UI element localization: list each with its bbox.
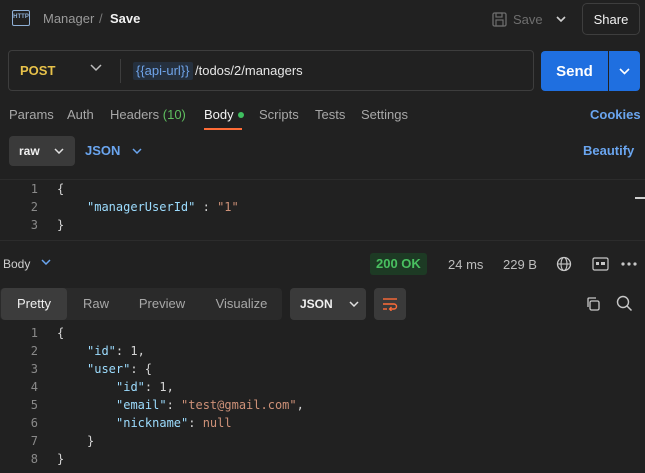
status-badge[interactable]: 200 OK bbox=[370, 253, 427, 275]
line-number: 3 bbox=[30, 362, 38, 376]
send-options-button[interactable] bbox=[609, 51, 640, 91]
search-icon[interactable] bbox=[616, 295, 633, 312]
wrap-icon bbox=[383, 298, 398, 311]
save-label: Save bbox=[513, 11, 543, 27]
chevron-down-icon bbox=[349, 301, 359, 307]
beautify-button[interactable]: Beautify bbox=[583, 143, 634, 158]
chevron-down-icon bbox=[54, 148, 64, 154]
save-options-button[interactable] bbox=[550, 9, 572, 29]
tab-headers-label: Headers bbox=[110, 107, 160, 122]
chevron-down-icon bbox=[556, 16, 566, 22]
line-number: 1 bbox=[30, 182, 38, 196]
response-time[interactable]: 24 ms bbox=[448, 257, 483, 272]
json-key: "email" bbox=[116, 398, 167, 412]
tab-params[interactable]: Params bbox=[9, 107, 54, 122]
send-button[interactable]: Send bbox=[541, 51, 608, 91]
response-size[interactable]: 229 B bbox=[503, 257, 537, 272]
code-line: { bbox=[57, 182, 65, 196]
line-number: 7 bbox=[30, 434, 38, 448]
line-number: 2 bbox=[30, 200, 38, 214]
code-line: "id": 1, bbox=[116, 380, 174, 394]
tab-auth[interactable]: Auth bbox=[67, 107, 94, 122]
line-number: 2 bbox=[30, 344, 38, 358]
code-line: } bbox=[87, 434, 95, 448]
code-line: "nickname": null bbox=[116, 416, 232, 430]
tab-raw[interactable]: Raw bbox=[72, 288, 120, 320]
active-dot-icon bbox=[237, 111, 244, 118]
body-format-select[interactable]: JSON bbox=[85, 143, 142, 158]
json-key: "user" bbox=[87, 362, 131, 376]
chevron-down-icon[interactable] bbox=[41, 259, 51, 265]
breadcrumb-parent[interactable]: Manager bbox=[43, 11, 94, 26]
more-options-icon[interactable] bbox=[621, 262, 637, 266]
method-select[interactable]: POST bbox=[20, 63, 55, 78]
chevron-down-icon bbox=[132, 147, 142, 154]
json-key: "id" bbox=[87, 344, 116, 358]
tab-visualize[interactable]: Visualize bbox=[205, 288, 278, 320]
url-variable[interactable]: {{api-url}} bbox=[133, 62, 193, 80]
code-line: "managerUserId" : "1" bbox=[87, 200, 239, 214]
tab-headers[interactable]: Headers (10) bbox=[110, 107, 186, 122]
code-line: "email": "test@gmail.com", bbox=[116, 398, 304, 412]
code-line: } bbox=[57, 452, 65, 466]
save-icon bbox=[492, 11, 507, 27]
code-line: "user": { bbox=[87, 362, 153, 376]
tab-preview[interactable]: Preview bbox=[128, 288, 196, 320]
headers-count: (10) bbox=[162, 107, 186, 122]
code-line: { bbox=[57, 326, 65, 340]
json-value: "test@gmail.com" bbox=[181, 398, 297, 412]
scrollbar[interactable] bbox=[635, 197, 645, 199]
save-response-icon[interactable] bbox=[592, 257, 609, 271]
json-value: 1 bbox=[159, 380, 167, 394]
save-button[interactable]: Save bbox=[492, 8, 548, 30]
json-value: null bbox=[202, 416, 232, 430]
breadcrumb-separator: / bbox=[99, 11, 103, 26]
chevron-down-icon bbox=[619, 67, 630, 75]
json-key: "nickname" bbox=[116, 416, 189, 430]
line-number: 3 bbox=[30, 218, 38, 232]
tab-body[interactable]: Body bbox=[204, 107, 244, 122]
globe-icon[interactable] bbox=[556, 256, 572, 272]
response-section-toggle[interactable]: Body bbox=[3, 257, 30, 271]
breadcrumb-current[interactable]: Save bbox=[110, 11, 140, 26]
json-colon: : bbox=[195, 200, 218, 214]
json-value: 1 bbox=[130, 344, 138, 358]
json-key: "id" bbox=[116, 380, 145, 394]
line-number: 1 bbox=[30, 326, 38, 340]
line-number: 5 bbox=[30, 398, 38, 412]
body-format-label: JSON bbox=[85, 143, 121, 158]
url-input[interactable]: /todos/2/managers bbox=[195, 63, 303, 78]
tab-pretty[interactable]: Pretty bbox=[1, 288, 67, 320]
tab-body-label: Body bbox=[204, 107, 234, 122]
response-format-select[interactable]: JSON bbox=[290, 288, 366, 320]
json-key: "managerUserId" bbox=[87, 200, 196, 214]
code-line: "id": 1, bbox=[87, 344, 145, 358]
active-tab-underline bbox=[204, 128, 242, 130]
share-button[interactable]: Share bbox=[582, 3, 640, 35]
tab-settings[interactable]: Settings bbox=[361, 107, 408, 122]
http-icon: HTTP bbox=[12, 10, 30, 26]
line-number: 4 bbox=[30, 380, 38, 394]
tab-tests[interactable]: Tests bbox=[315, 107, 345, 122]
cookies-link[interactable]: Cookies bbox=[590, 107, 641, 122]
copy-icon[interactable] bbox=[585, 296, 601, 312]
tab-scripts[interactable]: Scripts bbox=[259, 107, 299, 122]
wrap-lines-button[interactable] bbox=[374, 288, 406, 320]
body-mode-select[interactable]: raw bbox=[9, 136, 75, 166]
json-value: "1" bbox=[217, 200, 239, 214]
line-number: 8 bbox=[30, 452, 38, 466]
line-number: 6 bbox=[30, 416, 38, 430]
url-divider bbox=[120, 59, 121, 83]
response-format-label: JSON bbox=[300, 297, 333, 311]
code-line: } bbox=[57, 218, 65, 232]
body-mode-label: raw bbox=[19, 144, 40, 158]
chevron-down-icon[interactable] bbox=[90, 64, 102, 72]
